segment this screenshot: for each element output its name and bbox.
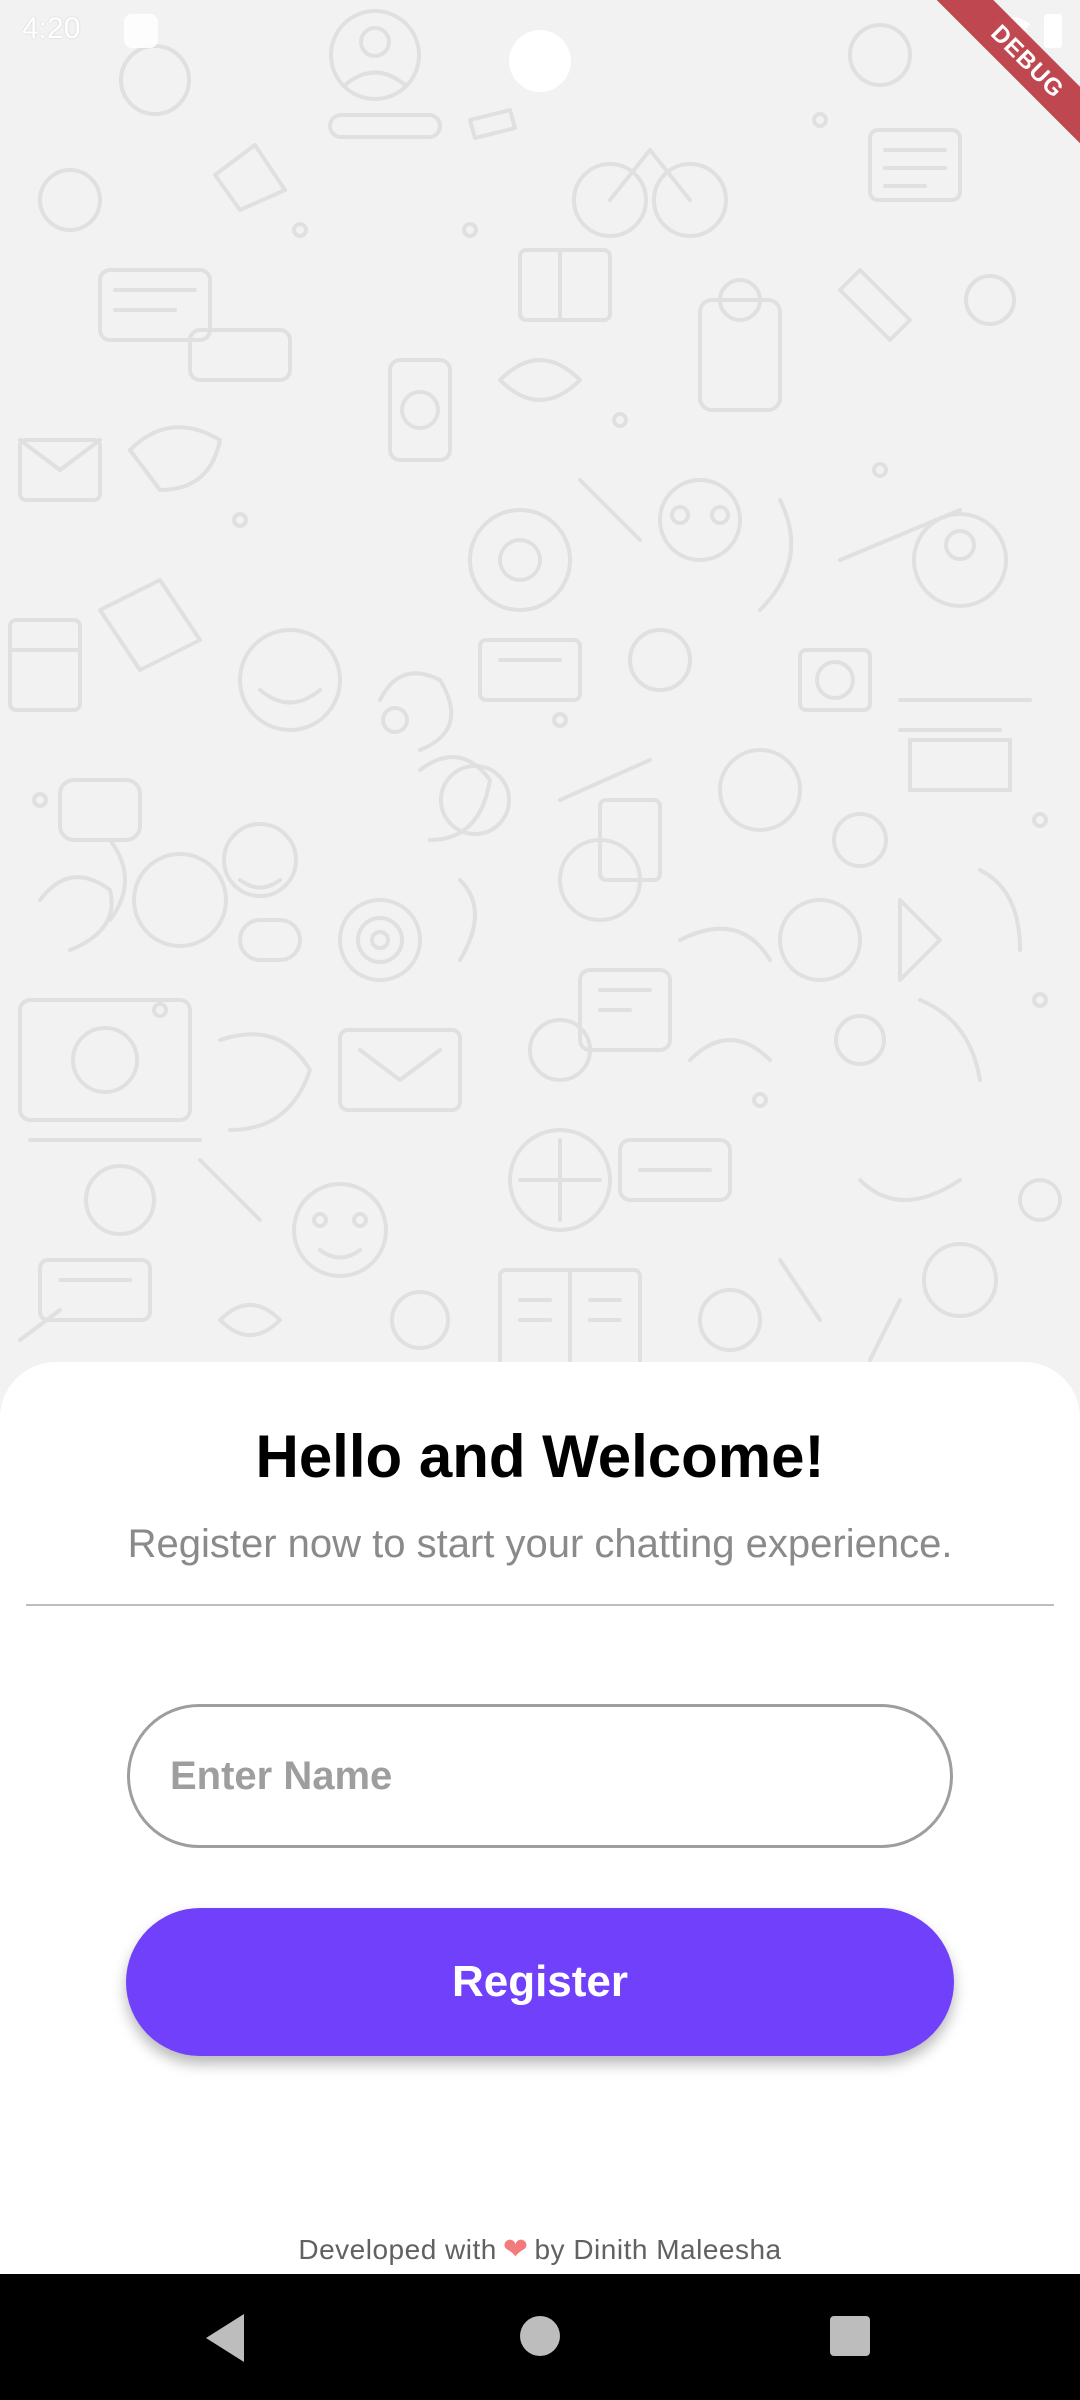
status-time: 4:20 xyxy=(22,12,81,45)
notification-app-icon xyxy=(124,14,158,48)
status-bar: 4:20 xyxy=(0,0,1080,92)
navigation-bar xyxy=(0,2274,1080,2400)
welcome-subtitle: Register now to start your chatting expe… xyxy=(127,1522,953,1566)
heart-icon: ❤ xyxy=(502,2233,529,2266)
home-icon[interactable] xyxy=(520,2316,560,2356)
wifi-icon xyxy=(994,17,1030,46)
welcome-title: Hello and Welcome! xyxy=(255,1423,825,1490)
credit-suffix: by Dinith Maleesha xyxy=(534,2234,782,2265)
registration-sheet: Hello and Welcome! Register now to start… xyxy=(0,1362,1080,2274)
doodle-background xyxy=(0,0,1080,1400)
divider xyxy=(26,1604,1054,1606)
name-input[interactable] xyxy=(127,1704,953,1848)
back-icon[interactable] xyxy=(206,2314,244,2362)
battery-icon xyxy=(1044,14,1062,48)
credit-prefix: Developed with xyxy=(298,2234,497,2265)
recents-icon[interactable] xyxy=(830,2316,870,2356)
register-button[interactable]: Register xyxy=(126,1908,954,2056)
doodle-pattern-icon xyxy=(8,9,1062,1382)
camera-cutout xyxy=(509,30,571,92)
developer-credit: Developed with ❤ by Dinith Maleesha xyxy=(0,2232,1080,2267)
status-indicators xyxy=(994,14,1062,48)
